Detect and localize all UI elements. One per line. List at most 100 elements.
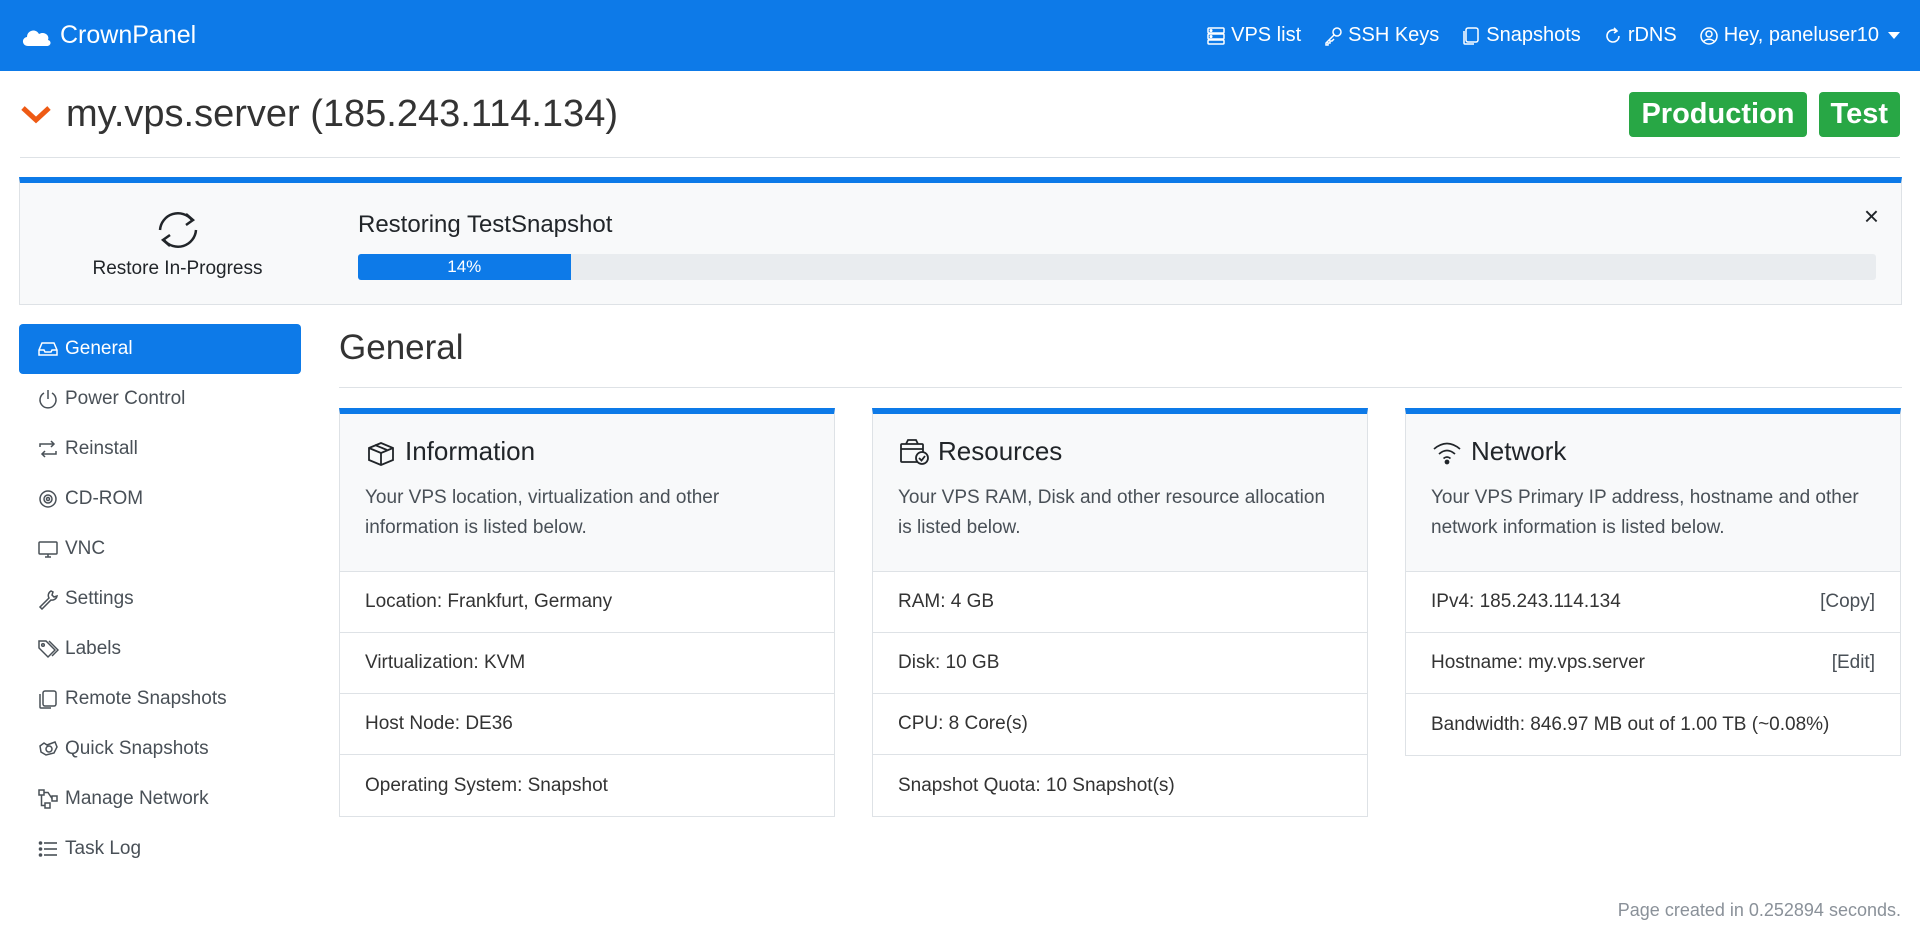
- sidebar-item-label: General: [65, 338, 133, 359]
- nav-vps-list-label: VPS list: [1231, 24, 1302, 46]
- nav-vps-list[interactable]: VPS list: [1206, 24, 1301, 47]
- list-item: Snapshot Quota: 10 Snapshot(s): [873, 755, 1367, 816]
- row-text: Location: Frankfurt, Germany: [365, 591, 613, 612]
- chevron-down-icon: [1888, 32, 1900, 39]
- card-description: Your VPS Primary IP address, hostname an…: [1431, 487, 1859, 538]
- page-footer: Page created in 0.252894 seconds.: [1617, 900, 1901, 920]
- top-navbar: CrownPanel VPS list SSH Keys Snapshots r…: [0, 0, 1920, 71]
- sidebar-item-label: VNC: [65, 538, 106, 559]
- sidebar-item-vnc[interactable]: VNC: [19, 524, 301, 574]
- row-text: Hostname: my.vps.server: [1431, 652, 1645, 673]
- disc-icon: [39, 490, 57, 508]
- sidebar-item-reinstall[interactable]: Reinstall: [19, 424, 301, 474]
- key-icon: [1325, 26, 1342, 46]
- row-text: CPU: 8 Core(s): [898, 713, 1028, 734]
- copy-icon: [1463, 26, 1480, 45]
- box-check-icon: [900, 438, 929, 465]
- brand-link[interactable]: CrownPanel: [20, 21, 196, 50]
- card-title: Network: [1471, 436, 1567, 466]
- user-circle-icon: [1699, 26, 1718, 45]
- restore-progress-label: 14%: [447, 257, 482, 276]
- network-card: Network Your VPS Primary IP address, hos…: [1405, 408, 1901, 756]
- row-text: Disk: 10 GB: [898, 652, 1000, 673]
- card-title: Information: [405, 436, 536, 466]
- tags-icon: [38, 640, 59, 659]
- sidebar-item-label: Manage Network: [65, 788, 209, 809]
- list-item: Location: Frankfurt, Germany: [340, 572, 834, 633]
- sidebar-item-task-log[interactable]: Task Log: [19, 824, 301, 874]
- restore-status-label: Restore In-Progress: [92, 257, 263, 279]
- list-item: RAM: 4 GB: [873, 572, 1367, 633]
- server-header: my.vps.server (185.243.114.134) Producti…: [20, 71, 1900, 158]
- sidebar-item-label: Quick Snapshots: [65, 738, 209, 759]
- nav-rdns-label: rDNS: [1627, 24, 1677, 46]
- copy-icon: [39, 690, 57, 709]
- resources-card: Resources Your VPS RAM, Disk and other r…: [872, 408, 1368, 817]
- list-icon: [38, 841, 57, 857]
- sidebar-item-label: Power Control: [65, 388, 186, 409]
- copy-ip-button[interactable]: [Copy]: [1820, 591, 1875, 613]
- list-item: CPU: 8 Core(s): [873, 694, 1367, 755]
- restore-title: Restoring TestSnapshot: [358, 211, 613, 238]
- label-badge-test: Test: [1818, 91, 1900, 137]
- row-text: Virtualization: KVM: [365, 652, 526, 673]
- row-text: Bandwidth: 846.97 MB out of 1.00 TB (~0.…: [1431, 713, 1830, 735]
- wrench-icon: [38, 590, 58, 610]
- card-description: Your VPS RAM, Disk and other resource al…: [898, 487, 1326, 538]
- label-badge-production: Production: [1629, 91, 1807, 137]
- row-text: RAM: 4 GB: [898, 591, 995, 612]
- card-title: Resources: [938, 436, 1063, 466]
- sidebar-item-label: Remote Snapshots: [65, 688, 227, 709]
- power-icon: [39, 390, 57, 409]
- inbox-icon: [38, 342, 58, 356]
- edit-hostname-button[interactable]: [Edit]: [1832, 652, 1875, 674]
- repeat-icon: [39, 440, 57, 458]
- restore-progress-bar: 14%: [358, 254, 571, 280]
- list-item: Operating System: Snapshot: [340, 755, 834, 816]
- row-text: Snapshot Quota: 10 Snapshot(s): [898, 774, 1175, 796]
- restore-progress-panel: Restore In-Progress Restoring TestSnapsh…: [19, 177, 1902, 305]
- close-icon[interactable]: ×: [1864, 203, 1879, 229]
- sidebar-item-remote-snapshots[interactable]: Remote Snapshots: [19, 674, 301, 724]
- sidebar-item-label: Settings: [65, 588, 134, 609]
- sidebar-item-labels[interactable]: Labels: [19, 624, 301, 674]
- server-title: my.vps.server (185.243.114.134): [66, 92, 618, 135]
- box-icon: [368, 441, 394, 466]
- brand-name: CrownPanel: [60, 21, 197, 49]
- sidebar-item-label: Task Log: [65, 838, 142, 859]
- list-item: Disk: 10 GB: [873, 633, 1367, 694]
- information-card: Information Your VPS location, virtualiz…: [339, 408, 835, 817]
- nav-ssh-keys[interactable]: SSH Keys: [1323, 24, 1439, 47]
- list-item: Virtualization: KVM: [340, 633, 834, 694]
- list-item: Hostname: my.vps.server [Edit]: [1406, 633, 1900, 694]
- nav-snapshots[interactable]: Snapshots: [1461, 24, 1581, 47]
- sidebar-item-manage-network[interactable]: Manage Network: [19, 774, 301, 824]
- sidebar-item-power-control[interactable]: Power Control: [19, 374, 301, 424]
- row-text: Operating System: Snapshot: [365, 774, 608, 796]
- cloud-icon: [22, 29, 51, 46]
- list-item: Host Node: DE36: [340, 694, 834, 755]
- sidebar-nav: General Power Control Reinstall CD-ROM V…: [19, 324, 301, 874]
- row-text: Host Node: DE36: [365, 713, 513, 734]
- sidebar-item-settings[interactable]: Settings: [19, 574, 301, 624]
- network-icon: [38, 789, 58, 809]
- sidebar-item-general[interactable]: General: [19, 324, 301, 374]
- card-description: Your VPS location, virtualization and ot…: [365, 487, 720, 538]
- camera-icon: [39, 741, 58, 756]
- nav-rdns[interactable]: rDNS: [1603, 24, 1677, 47]
- divider: [339, 387, 1902, 388]
- user-menu-dropdown[interactable]: Hey, paneluser10: [1699, 24, 1900, 47]
- sidebar-item-label: CD-ROM: [65, 488, 144, 509]
- row-text: IPv4: 185.243.114.134: [1431, 591, 1621, 612]
- sidebar-item-cd-rom[interactable]: CD-ROM: [19, 474, 301, 524]
- page-title: General: [339, 328, 464, 367]
- refresh-icon: [1606, 26, 1620, 43]
- monitor-icon: [38, 541, 58, 558]
- sidebar-item-label: Reinstall: [65, 438, 138, 459]
- sync-icon: [158, 211, 197, 248]
- user-menu-label: Hey, paneluser10: [1723, 24, 1879, 46]
- nav-ssh-keys-label: SSH Keys: [1348, 24, 1440, 46]
- list-item: Bandwidth: 846.97 MB out of 1.00 TB (~0.…: [1406, 694, 1900, 755]
- sidebar-item-quick-snapshots[interactable]: Quick Snapshots: [19, 724, 301, 774]
- chevron-down-icon[interactable]: [20, 104, 52, 124]
